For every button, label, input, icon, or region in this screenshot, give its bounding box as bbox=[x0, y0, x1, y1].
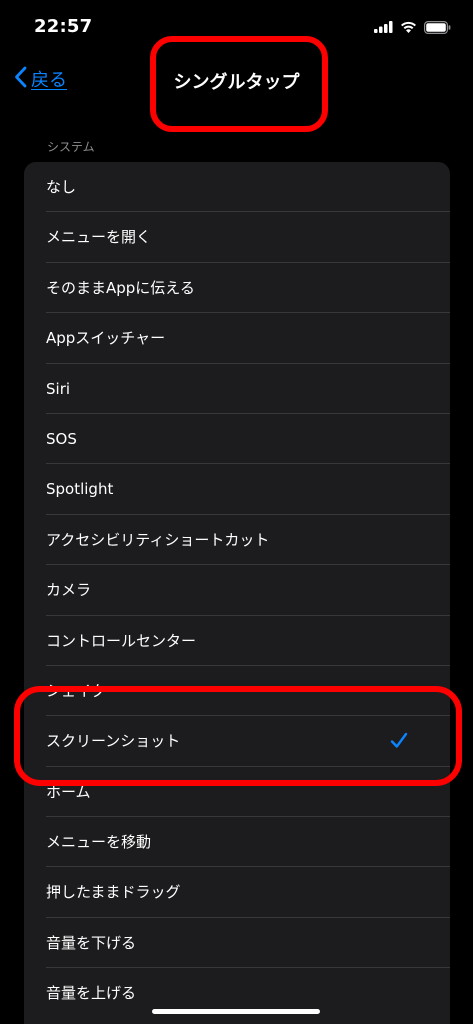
list-item-label: コントロールセンター bbox=[46, 631, 197, 650]
option-list: なし メニューを開く そのままAppに伝える Appスイッチャー Siri SO… bbox=[24, 162, 450, 1024]
list-item-label: 音量を下げる bbox=[46, 933, 137, 952]
list-item-label: カメラ bbox=[46, 581, 92, 600]
list-item[interactable]: メニューを開く bbox=[24, 212, 450, 264]
list-item-label: メニューを移動 bbox=[46, 833, 152, 852]
list-item[interactable]: コントロールセンター bbox=[24, 616, 450, 667]
list-item-label: ホーム bbox=[46, 782, 91, 801]
list-item-label: 音量を上げる bbox=[46, 984, 137, 1003]
list-item-label: アクセシビリティショートカット bbox=[46, 530, 270, 549]
list-item-label: 押したままドラッグ bbox=[46, 883, 181, 902]
list-item-label: そのままAppに伝える bbox=[46, 278, 195, 297]
list-item-selected[interactable]: スクリーンショット bbox=[24, 716, 450, 768]
list-item-label: SOS bbox=[46, 429, 77, 448]
checkmark-icon bbox=[390, 732, 408, 753]
list-item[interactable]: そのままAppに伝える bbox=[24, 263, 450, 314]
list-item[interactable]: メニューを移動 bbox=[24, 817, 450, 868]
cellular-signal-icon bbox=[374, 21, 393, 33]
navigation-bar: 戻る シングルタップ bbox=[0, 52, 473, 112]
status-bar: 22:57 bbox=[0, 0, 473, 52]
list-item[interactable]: Spotlight bbox=[24, 464, 450, 516]
screen: 22:57 戻る シングルタップ システム なし メニューを開く そのままApp… bbox=[0, 0, 473, 1024]
list-item[interactable]: カメラ bbox=[24, 565, 450, 616]
home-indicator bbox=[152, 1009, 320, 1014]
list-item-label: Siri bbox=[46, 379, 71, 398]
list-item[interactable]: Appスイッチャー bbox=[24, 313, 450, 364]
status-icons bbox=[374, 20, 451, 34]
list-item[interactable]: ホーム bbox=[24, 767, 450, 818]
list-item[interactable]: 音量を下げる bbox=[24, 918, 450, 969]
list-item-label: シェイク bbox=[46, 681, 106, 700]
list-item-label: Appスイッチャー bbox=[46, 329, 166, 348]
battery-icon bbox=[424, 20, 451, 34]
list-item[interactable]: 押したままドラッグ bbox=[24, 867, 450, 919]
list-item-label: なし bbox=[46, 178, 77, 196]
list-item[interactable]: SOS bbox=[24, 414, 450, 465]
section-header: システム bbox=[47, 140, 95, 154]
list-item-label: スクリーンショット bbox=[46, 732, 181, 751]
status-time: 22:57 bbox=[34, 16, 93, 37]
list-item[interactable]: アクセシビリティショートカット bbox=[24, 515, 450, 566]
list-item-label: Spotlight bbox=[46, 480, 114, 499]
list-item-label: メニューを開く bbox=[46, 228, 152, 247]
list-item[interactable]: Siri bbox=[24, 364, 450, 415]
page-title: シングルタップ bbox=[173, 72, 300, 93]
wifi-icon bbox=[400, 21, 417, 33]
list-item[interactable]: シェイク bbox=[24, 666, 450, 717]
list-item[interactable]: なし bbox=[24, 162, 450, 213]
